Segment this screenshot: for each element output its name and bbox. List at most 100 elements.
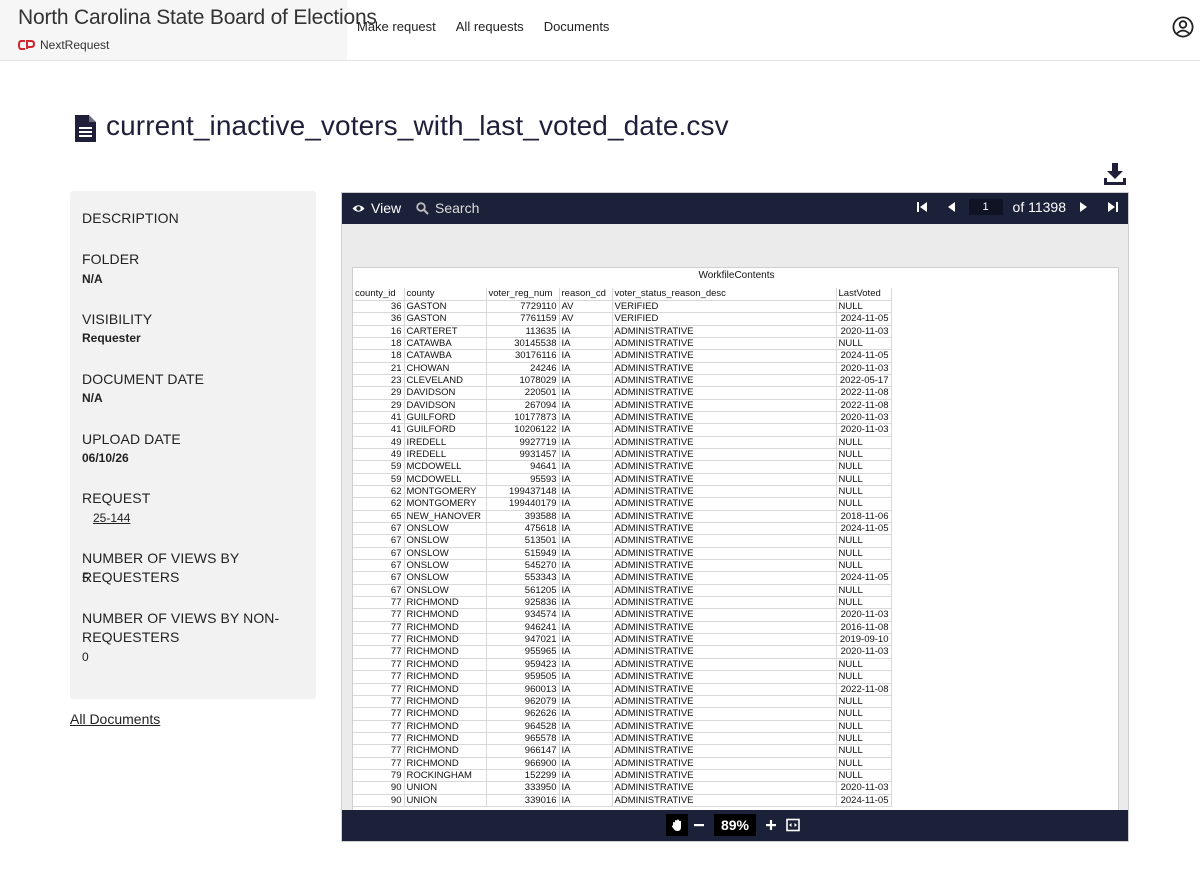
table-cell: IA [559,497,613,511]
table-row: 18 CATAWBA 30145538 IA ADMINISTRATIVE NULL [353,337,892,351]
sheet-title: WorkfileContents [698,270,775,281]
table-cell: 393588 [486,510,560,524]
plus-icon [766,820,776,830]
zoom-in-button[interactable] [760,814,782,836]
all-documents-link[interactable]: All Documents [70,711,160,727]
nav-all-requests[interactable]: All requests [456,19,524,34]
table-cell: ADMINISTRATIVE [612,683,837,696]
table-cell: ADMINISTRATIVE [612,794,837,807]
table-cell: NULL [836,497,892,511]
table-cell: NULL [836,584,892,598]
table-cell: GUILFORD [404,411,487,425]
table-cell: 10177873 [486,411,560,425]
table-row: 23 CLEVELAND 1078029 IA ADMINISTRATIVE 2022-0… [353,374,892,388]
table-cell: IA [559,596,613,610]
table-row: 77 RICHMOND 959505 IA ADMINISTRATIVE NULL [353,670,892,684]
table-cell: RICHMOND [404,744,487,758]
table-cell: GASTON [404,312,487,326]
next-page-icon[interactable] [1076,200,1090,214]
brand-block[interactable]: North Carolina State Board of Elections … [0,0,377,60]
first-page-icon[interactable] [915,200,929,214]
table-cell: 49 [353,448,405,462]
table-cell: IA [559,720,613,733]
download-icon[interactable] [1103,162,1127,186]
table-cell: GUILFORD [404,423,487,437]
page-number-input[interactable] [968,199,1003,215]
table-cell: 2020-11-03 [836,608,892,622]
table-row: 67 ONSLOW 553343 IA ADMINISTRATIVE 2024-11-05 [353,571,892,585]
nav-make-request[interactable]: Make request [357,19,436,34]
table-cell: 966900 [486,757,560,770]
table-cell: 62 [353,497,405,511]
table-cell: 77 [353,695,405,709]
table-cell: NULL [836,769,892,783]
table-cell: NULL [836,534,892,548]
upload-date-label: UPLOAD DATE [82,431,181,447]
table-cell: ADMINISTRATIVE [612,386,837,400]
table-cell: ROCKINGHAM [404,769,487,783]
table-cell: 2020-11-03 [836,411,892,425]
table-cell: MONTGOMERY [404,485,487,499]
table-row: 90 UNION 333950 IA ADMINISTRATIVE 2020-11-03 [353,781,892,795]
table-cell: UNION [404,781,487,795]
table-cell: 2020-11-03 [836,423,892,437]
table-cell: RICHMOND [404,720,487,733]
table-row: 36 GASTON 7729110 AV VERIFIED NULL [353,300,892,314]
table-cell: 77 [353,621,405,635]
table-cell: ONSLOW [404,584,487,598]
table-cell: 79 [353,769,405,783]
folder-label: FOLDER [82,251,140,267]
table-cell: 7761159 [486,312,560,326]
zoom-out-button[interactable] [688,814,710,836]
zoom-level[interactable]: 89% [714,814,756,836]
table-row: 77 RICHMOND 966900 IA ADMINISTRATIVE NULL [353,757,892,770]
prev-page-icon[interactable] [945,200,959,214]
table-cell: 59 [353,473,405,487]
table-cell: NULL [836,473,892,487]
nav-documents[interactable]: Documents [544,19,610,34]
hand-icon [671,819,681,831]
table-cell: ADMINISTRATIVE [612,621,837,635]
table-cell: VERIFIED [612,300,837,314]
table-cell: 29 [353,386,405,400]
table-cell: 2024-11-05 [836,794,892,807]
search-tab[interactable]: Search [416,200,479,216]
table-cell: IA [559,670,613,684]
table-cell: 90 [353,794,405,807]
last-page-icon[interactable] [1106,200,1120,214]
fit-page-button[interactable] [782,814,804,836]
table-cell: GASTON [404,300,487,314]
pan-tool-button[interactable] [666,814,688,836]
document-title: current_inactive_voters_with_last_voted_… [106,110,729,141]
org-title[interactable]: North Carolina State Board of Elections [18,6,377,30]
table-cell: NULL [836,670,892,684]
table-cell: IA [559,571,613,585]
table-cell: 333950 [486,781,560,795]
viewer-canvas[interactable]: WorkfileContents county_id county voter_re… [342,224,1128,810]
table-row: 77 RICHMOND 959423 IA ADMINISTRATIVE NULL [353,658,892,672]
table-cell: 2024-11-05 [836,571,892,585]
table-cell: 7729110 [486,300,560,314]
table-cell: IA [559,757,613,770]
table-cell: VERIFIED [612,312,837,326]
view-tab[interactable]: View [352,200,401,216]
table-cell: 29 [353,399,405,412]
table-cell: NULL [836,596,892,610]
table-cell: NULL [836,337,892,351]
brand-name: NextRequest [40,38,110,52]
user-circle-icon[interactable] [1172,16,1194,38]
table-cell: 94641 [486,460,560,474]
table-cell: RICHMOND [404,683,487,696]
table-row: 62 MONTGOMERY 199440179 IA ADMINISTRATIVE NUL… [353,497,892,511]
table-cell: 16 [353,325,405,338]
table-cell: IA [559,769,613,783]
table-cell: ONSLOW [404,547,487,561]
table-cell: IREDELL [404,448,487,462]
table-cell: ADMINISTRATIVE [612,658,837,672]
views-nonrequesters-label: NUMBER OF VIEWS BY NON-REQUESTERS [82,610,280,645]
table-cell: 2024-11-05 [836,312,892,326]
table-cell: 2024-11-05 [836,349,892,363]
request-link[interactable]: 25-144 [93,511,130,525]
visibility-label: VISIBILITY [82,311,153,327]
table-cell: ADMINISTRATIVE [612,757,837,770]
